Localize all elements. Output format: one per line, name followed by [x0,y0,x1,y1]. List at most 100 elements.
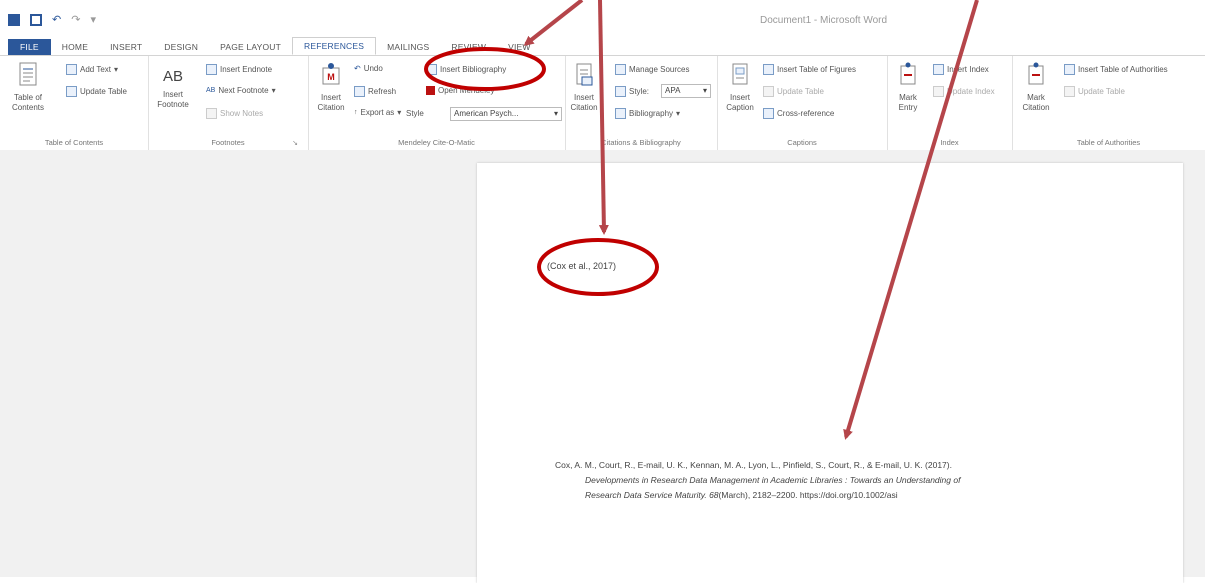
tab-view[interactable]: VIEW [497,39,542,55]
table-of-figures-icon [763,64,774,75]
insert-index-icon [933,64,944,75]
mendeley-icon: M [322,63,340,85]
chevron-down-icon: ▾ [702,86,707,95]
group-index: Mark Entry Insert Index Update Index Ind… [887,56,1013,150]
bibliography-line-3: Research Data Service Maturity. 68(March… [585,490,898,500]
tab-review[interactable]: REVIEW [440,39,497,55]
chevron-down-icon: ▾ [553,109,558,118]
save-icon[interactable] [30,13,42,26]
mark-entry-button[interactable]: Mark Entry [893,62,923,113]
insert-table-of-authorities-button[interactable]: Insert Table of Authorities [1064,64,1168,75]
mark-citation-icon [1028,62,1044,85]
tab-references[interactable]: REFERENCES [292,37,377,55]
captions-update-table-button[interactable]: Update Table [763,86,824,97]
insert-caption-icon [732,63,748,85]
undo-icon: ↶ [354,64,361,73]
tab-file[interactable]: FILE [8,39,51,55]
document-canvas: (Cox et al., 2017) Cox, A. M., Court, R.… [0,150,1205,583]
table-of-authorities-icon [1064,64,1075,75]
tab-page-layout[interactable]: PAGE LAYOUT [209,39,292,55]
group-label-captions: Captions [787,138,817,147]
next-footnote-button[interactable]: AB Next Footnote ▾ [206,86,276,95]
manage-sources-button[interactable]: Manage Sources [615,64,689,75]
cross-reference-icon [763,108,774,119]
export-as-button[interactable]: ↑ Export as ▾ [354,108,401,117]
tab-mailings[interactable]: MAILINGS [376,39,440,55]
group-label-mendeley: Mendeley Cite-O-Matic [398,138,475,147]
style-icon [615,86,626,97]
document-page[interactable]: (Cox et al., 2017) Cox, A. M., Court, R.… [477,163,1183,583]
next-footnote-icon: AB [206,87,216,94]
group-table-of-authorities: Mark Citation Insert Table of Authoritie… [1012,56,1205,150]
bibliography-line-1: Cox, A. M., Court, R., E-mail, U. K., Ke… [555,460,952,470]
tab-design[interactable]: DESIGN [153,39,209,55]
insert-endnote-button[interactable]: Insert Endnote [206,64,272,75]
tab-insert[interactable]: INSERT [99,39,153,55]
bibliography-icon [615,108,626,119]
group-label-citations: Citations & Bibliography [601,138,681,147]
mark-citation-button[interactable]: Mark Citation [1018,62,1054,113]
refresh-icon [354,86,365,97]
update-table-icon [1064,86,1075,97]
insert-endnote-icon [206,64,217,75]
mendeley-refresh-button[interactable]: Refresh [354,86,396,97]
word-icon [8,13,20,26]
window-title: Document1 - Microsoft Word [760,15,888,26]
citation-style-dropdown[interactable]: APA ▾ [661,84,711,98]
bibliography-line-2: Developments in Research Data Management… [585,475,961,485]
footnotes-dialog-launcher-icon[interactable]: ↘ [292,139,298,147]
mendeley-style-dropdown[interactable]: American Psych... ▾ [450,107,562,121]
insert-index-button[interactable]: Insert Index [933,64,989,75]
group-label-toc: Table of Contents [44,138,104,147]
bibliography-entry[interactable]: Cox, A. M., Court, R., E-mail, U. K., Ke… [555,458,1095,503]
quick-access-toolbar: ↶ ↷ ▾ [8,13,96,26]
mendeley-style-label: Style [406,109,424,118]
table-of-contents-button[interactable]: Table of Contents [6,62,50,113]
update-index-icon [933,86,944,97]
table-of-contents-icon [19,62,37,86]
add-text-button[interactable]: Add Text ▾ [66,64,118,75]
bibliography-button[interactable]: Bibliography ▾ [615,108,680,119]
export-icon: ↑ [354,109,358,116]
citation-style-label: Style: [615,86,649,97]
insert-table-of-figures-button[interactable]: Insert Table of Figures [763,64,856,75]
insert-bibliography-button[interactable]: Insert Bibliography [426,64,506,75]
group-table-of-contents: Table of Contents Add Text ▾ Update Table… [0,56,149,150]
show-notes-button[interactable]: Show Notes [206,108,263,119]
title-bar: ↶ ↷ ▾ Document1 - Microsoft Word [0,0,1205,38]
group-label-index: Index [940,138,959,147]
update-index-button[interactable]: Update Index [933,86,995,97]
group-captions: Insert Caption Insert Table of Figures U… [717,56,888,150]
update-table-icon [763,86,774,97]
insert-citation-button[interactable]: Insert Citation [567,62,601,113]
toa-update-table-button[interactable]: Update Table [1064,86,1125,97]
open-mendeley-icon [426,86,435,95]
insert-caption-button[interactable]: Insert Caption [723,62,757,113]
in-text-citation[interactable]: (Cox et al., 2017) [547,261,616,271]
update-table-button[interactable]: Update Table [66,86,127,97]
mark-entry-icon [900,62,916,85]
footnote-icon: AB [162,68,183,85]
redo-icon[interactable]: ↷ [71,13,80,26]
mendeley-undo-button[interactable]: ↶ Undo [354,64,383,73]
ribbon: Table of Contents Add Text ▾ Update Table… [0,55,1205,151]
group-citations-bibliography: Insert Citation Manage Sources Style: AP… [565,56,718,150]
ribbon-tabs: FILE HOME INSERT DESIGN PAGE LAYOUT REFE… [0,37,1205,55]
group-label-footnotes: Footnotes [211,138,245,147]
cross-reference-button[interactable]: Cross-reference [763,108,834,119]
group-label-toa: Table of Authorities [1076,138,1141,147]
tab-home[interactable]: HOME [51,39,99,55]
undo-icon[interactable]: ↶ [52,13,61,26]
insert-citation-icon [576,63,593,86]
mendeley-insert-citation-button[interactable]: M Insert Citation [314,62,348,113]
insert-bibliography-icon [426,64,437,75]
add-text-icon [66,64,77,75]
open-mendeley-button[interactable]: Open Mendeley [426,86,494,95]
insert-footnote-button[interactable]: AB Insert Footnote [154,64,192,110]
group-footnotes: AB Insert Footnote Insert Endnote AB Next… [148,56,309,150]
update-table-icon [66,86,77,97]
manage-sources-icon [615,64,626,75]
customize-qat-icon[interactable]: ▾ [90,13,96,26]
svg-text:M: M [327,72,335,82]
show-notes-icon [206,108,217,119]
